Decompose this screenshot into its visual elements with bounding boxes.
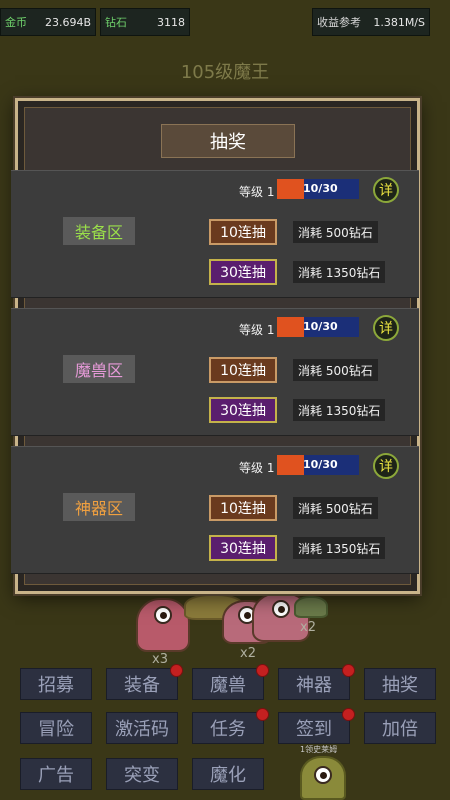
multiplier-mid: x2 [240,646,256,661]
menu-ad-button[interactable]: 广告 [20,758,92,790]
draw-30-cost: 消耗 1350钻石 [293,537,386,559]
income-label: 收益参考 [317,16,361,29]
menu-lottery-button[interactable]: 抽奖 [364,668,436,700]
draw-30-cost: 消耗 1350钻石 [293,261,386,283]
creature-eye [272,600,290,618]
progress-fill [277,317,305,337]
ghost-creature-far-right[interactable] [294,596,328,618]
multiplier-left: x3 [152,652,168,667]
menu-equipment-button[interactable]: 装备 [106,668,178,700]
zone-level: 等级 1 [239,185,275,199]
notification-dot [342,664,355,677]
slime-creature[interactable] [300,756,346,800]
zone-artifact: 神器区 等级 1 10/30 详 10连抽 消耗 500钻石 30连抽 消耗 1… [11,446,419,574]
menu-task-button[interactable]: 任务 [192,712,264,744]
gold-value: 23.694B [44,15,91,29]
income-value: 1.381M/S [373,15,425,29]
zone-beast: 魔兽区 等级 1 10/30 详 10连抽 消耗 500钻石 30连抽 消耗 1… [11,308,419,436]
menu-demonize-button[interactable]: 魔化 [192,758,264,790]
dialog-frame: 抽奖 装备区 等级 1 10/30 详 10连抽 消耗 500钻石 30连抽 消… [11,107,419,585]
menu-double-button[interactable]: 加倍 [364,712,436,744]
dialog-title: 抽奖 [161,124,295,158]
progress-text: 10/30 [303,320,338,333]
progress-text: 10/30 [303,458,338,471]
draw-10-cost: 消耗 500钻石 [293,359,378,381]
draw-30-button[interactable]: 30连抽 [209,259,277,285]
draw-10-cost: 消耗 500钻石 [293,497,378,519]
income-stat: 收益参考 1.381M/S [312,8,430,36]
notification-dot [342,708,355,721]
draw-10-cost: 消耗 500钻石 [293,221,378,243]
zone-level: 等级 1 [239,461,275,475]
draw-30-cost: 消耗 1350钻石 [293,399,386,421]
level-progress-bar: 10/30 [277,317,359,337]
menu-beast-button[interactable]: 魔兽 [192,668,264,700]
diamond-value: 3118 [157,15,185,29]
detail-button[interactable]: 详 [373,177,399,203]
detail-button[interactable]: 详 [373,453,399,479]
notification-dot [256,708,269,721]
progress-text: 10/30 [303,182,338,195]
zone-level: 等级 1 [239,323,275,337]
menu-recruit-button[interactable]: 招募 [20,668,92,700]
draw-10-button[interactable]: 10连抽 [209,357,277,383]
draw-10-button[interactable]: 10连抽 [209,495,277,521]
gold-label: 金币 [5,16,27,29]
zone-equipment: 装备区 等级 1 10/30 详 10连抽 消耗 500钻石 30连抽 消耗 1… [11,170,419,298]
menu-mutation-button[interactable]: 突变 [106,758,178,790]
sign-in-note: 1领史莱姆 [300,745,338,754]
zone-label-equipment: 装备区 [63,217,135,245]
notification-dot [170,664,183,677]
draw-30-button[interactable]: 30连抽 [209,397,277,423]
menu-adventure-button[interactable]: 冒险 [20,712,92,744]
draw-30-button[interactable]: 30连抽 [209,535,277,561]
stage-title: 105级魔王 [180,62,270,83]
menu-sign-in-button[interactable]: 签到 [278,712,350,744]
gold-stat: 金币 23.694B [0,8,96,36]
creature-eye [154,606,172,624]
detail-button[interactable]: 详 [373,315,399,341]
multiplier-right: x2 [300,620,316,635]
diamond-stat: 钻石 3118 [100,8,190,36]
menu-activation-code-button[interactable]: 激活码 [106,712,178,744]
ghost-creature-left[interactable] [136,598,190,652]
draw-10-button[interactable]: 10连抽 [209,219,277,245]
diamond-label: 钻石 [105,16,127,29]
menu-artifact-button[interactable]: 神器 [278,668,350,700]
progress-fill [277,179,305,199]
level-progress-bar: 10/30 [277,179,359,199]
zone-label-artifact: 神器区 [63,493,135,521]
progress-fill [277,455,305,475]
lottery-dialog: 抽奖 装备区 等级 1 10/30 详 10连抽 消耗 500钻石 30连抽 消… [11,98,420,594]
creature-eye [314,766,332,784]
zone-label-beast: 魔兽区 [63,355,135,383]
level-progress-bar: 10/30 [277,455,359,475]
notification-dot [256,664,269,677]
